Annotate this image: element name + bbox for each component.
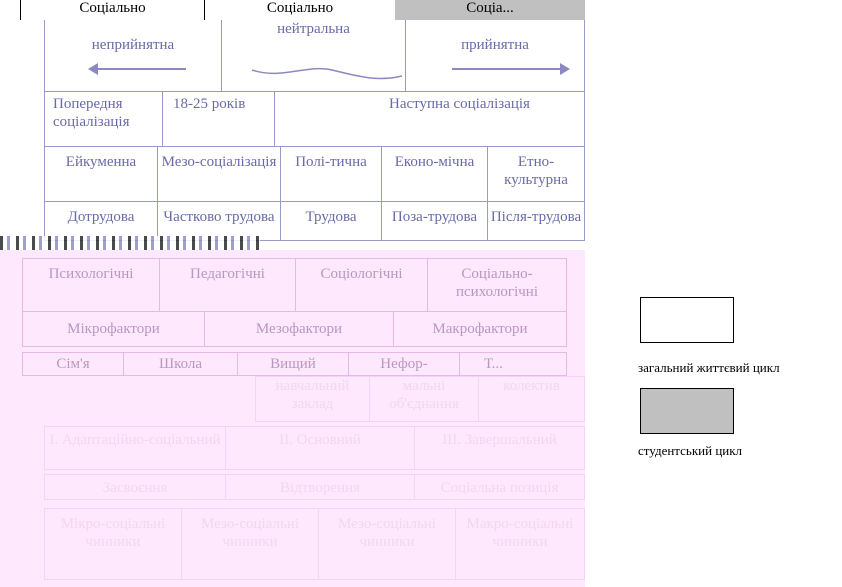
faint-macro-factors: Макро-соціальні чинники xyxy=(455,508,585,580)
work-post: Після-трудова xyxy=(487,201,585,241)
next-socialization: Наступна соціалізація xyxy=(274,91,585,147)
faint-mezo-factors-2: Мезо-соціальні чинники xyxy=(318,508,456,580)
type-political: Полі-тична xyxy=(280,146,382,202)
inst-work: Т... xyxy=(459,352,567,376)
faint-assimilation: Засвоєння xyxy=(44,474,226,500)
inst-higher-text: Вищий xyxy=(270,356,316,372)
legend-student-cycle-swatch xyxy=(640,388,734,434)
inst-work-text: Т... xyxy=(484,356,503,372)
approach-psychological-text: Психологічні xyxy=(48,266,134,282)
faint-stage-adaptive-text: I. Адаптаційно-соціальний xyxy=(49,432,221,448)
type-economic: Еконо-мічна xyxy=(381,146,488,202)
faint-stage-main-text: II. Основний xyxy=(279,432,361,448)
work-post-text: Після-трудова xyxy=(490,209,582,225)
faint-institution-work-text: колектив xyxy=(503,378,560,394)
inst-informal-text: Нефор- xyxy=(380,356,428,372)
faint-stage-final-text: III. Завершальний xyxy=(442,432,557,448)
inst-family-text: Сім'я xyxy=(56,356,90,372)
legend-life-cycle-label: загальний життєвий цикл xyxy=(638,360,780,375)
stance-neutral-text: нейтральна xyxy=(277,21,350,37)
faint-stage-main: II. Основний xyxy=(225,426,415,470)
approach-psychological: Психологічні xyxy=(22,258,160,312)
work-labor: Трудова xyxy=(280,201,382,241)
work-pre: Дотрудова xyxy=(44,201,158,241)
factor-macro: Макрофактори xyxy=(393,311,567,347)
approach-sociological-text: Соціологічні xyxy=(320,266,403,282)
approach-pedagogical-text: Педагогічні xyxy=(190,266,265,282)
previous-socialization-text: Попередня соціалізація xyxy=(53,96,130,130)
work-partial-text: Частково трудова xyxy=(163,209,275,225)
approach-sociological: Соціологічні xyxy=(295,258,428,312)
type-political-text: Полі-тична xyxy=(295,154,367,170)
faint-reproduction: Відтворення xyxy=(225,474,415,500)
faint-stage-adaptive: I. Адаптаційно-соціальний xyxy=(44,426,226,470)
approach-sociopsychological-text: Соціально-психологічні xyxy=(456,266,538,300)
faint-institution-higher-text: навчальний заклад xyxy=(275,378,350,412)
header-col-1: Соціально xyxy=(20,0,205,20)
factor-mezo: Мезофактори xyxy=(204,311,394,347)
stance-unacceptable: неприйнятна xyxy=(44,20,222,92)
work-non-text: Поза-трудова xyxy=(391,209,478,225)
age-range: 18-25 років xyxy=(162,91,275,147)
faint-mezo-factors-1-text: Мезо-соціальні чинники xyxy=(201,516,299,550)
inst-school-text: Школа xyxy=(158,356,203,372)
factor-micro: Мікрофактори xyxy=(22,311,205,347)
faint-macro-factors-text: Макро-соціальні чинники xyxy=(466,516,574,550)
legend-life-cycle-swatch xyxy=(640,297,734,343)
work-non: Поза-трудова xyxy=(381,201,488,241)
type-ecumenical-text: Ейкуменна xyxy=(65,154,137,170)
type-ethnocultural-text: Етно-культурна xyxy=(504,154,568,188)
faint-mezo-factors-1: Мезо-соціальні чинники xyxy=(181,508,319,580)
type-ecumenical: Ейкуменна xyxy=(44,146,158,202)
factor-mezo-text: Мезофактори xyxy=(255,321,343,337)
header-col-3-text: Соціа... xyxy=(466,0,514,16)
factor-macro-text: Макрофактори xyxy=(432,321,528,337)
right-arrow-icon xyxy=(452,63,570,75)
faint-mezo-factors-2-text: Мезо-соціальні чинники xyxy=(338,516,436,550)
factor-micro-text: Мікрофактори xyxy=(67,321,160,337)
stance-acceptable-text: прийнятна xyxy=(461,37,529,53)
stance-unacceptable-text: неприйнятна xyxy=(91,37,175,53)
faint-micro-factors-text: Мікро-соціальні чинники xyxy=(60,516,166,550)
type-mezo: Мезо-соціалізація xyxy=(157,146,281,202)
header-col-2-text: Соціально xyxy=(266,0,334,16)
age-range-text: 18-25 років xyxy=(173,96,246,112)
type-economic-text: Еконо-мічна xyxy=(394,154,475,170)
next-socialization-text: Наступна соціалізація xyxy=(389,96,530,112)
previous-socialization: Попередня соціалізація xyxy=(44,91,163,147)
faint-social-position: Соціальна позиція xyxy=(414,474,585,500)
inst-informal: Нефор- xyxy=(348,352,460,376)
render-glitch-strip xyxy=(0,236,260,250)
legend-student-cycle-label: студентський цикл xyxy=(638,443,743,458)
inst-family: Сім'я xyxy=(22,352,124,376)
faint-assimilation-text: Засвоєння xyxy=(102,480,168,496)
left-arrow-icon xyxy=(88,63,186,75)
inst-higher: Вищий xyxy=(237,352,349,376)
inst-school: Школа xyxy=(123,352,238,376)
header-col-3: Соціа... xyxy=(395,0,585,20)
header-col-1-text: Соціально xyxy=(79,0,146,16)
faint-social-position-text: Соціальна позиція xyxy=(440,480,559,496)
faint-institution-informal: мальні об'єднання xyxy=(369,376,479,422)
faint-reproduction-text: Відтворення xyxy=(280,480,360,496)
faint-micro-factors: Мікро-соціальні чинники xyxy=(44,508,182,580)
stance-acceptable: прийнятна xyxy=(405,20,585,92)
work-pre-text: Дотрудова xyxy=(67,209,135,225)
type-mezo-text: Мезо-соціалізація xyxy=(161,154,277,170)
work-labor-text: Трудова xyxy=(305,209,357,225)
faint-institution-work: колектив xyxy=(478,376,585,422)
approach-sociopsychological: Соціально-психологічні xyxy=(427,258,567,312)
type-ethnocultural: Етно-культурна xyxy=(487,146,585,202)
faint-institution-higher: навчальний заклад xyxy=(255,376,370,422)
header-col-2: Соціально xyxy=(205,0,395,20)
wave-line-icon xyxy=(251,67,403,80)
faint-institution-informal-text: мальні об'єднання xyxy=(389,378,459,412)
faint-stage-final: III. Завершальний xyxy=(414,426,585,470)
work-partial: Частково трудова xyxy=(157,201,281,241)
approach-pedagogical: Педагогічні xyxy=(159,258,296,312)
